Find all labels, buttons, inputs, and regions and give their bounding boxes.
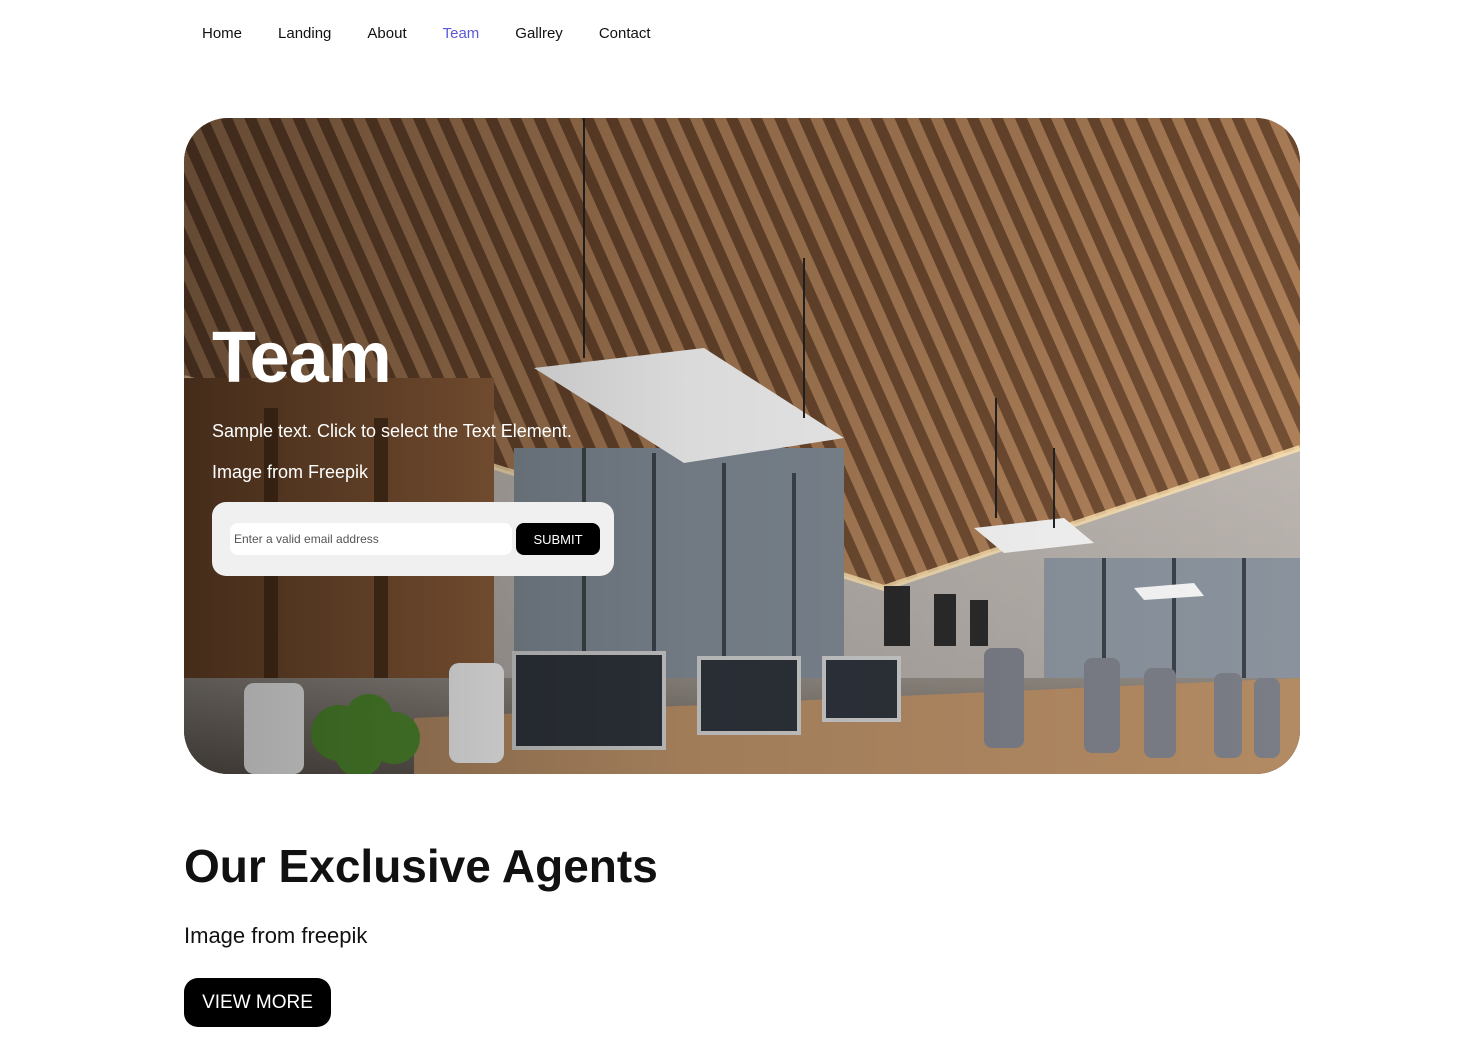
email-input[interactable] <box>230 523 512 555</box>
nav-item-about[interactable]: About <box>349 22 424 46</box>
hero-title: Team <box>212 318 392 398</box>
agents-image-credit: Image from freepik <box>184 923 368 948</box>
email-subscribe-form: SUBMIT <box>212 502 614 576</box>
top-nav: Home Landing About Team Gallrey Contact <box>184 22 669 46</box>
nav-item-gallrey[interactable]: Gallrey <box>497 22 581 46</box>
nav-item-team[interactable]: Team <box>425 22 498 46</box>
submit-button[interactable]: SUBMIT <box>516 523 600 555</box>
hero-image-credit: Image from Freepik <box>212 462 369 482</box>
hero-sample-text: Sample text. Click to select the Text El… <box>212 421 572 441</box>
nav-item-home[interactable]: Home <box>184 22 260 46</box>
view-more-button[interactable]: VIEW MORE <box>184 978 331 1027</box>
nav-item-landing[interactable]: Landing <box>260 22 349 46</box>
office-photo <box>184 118 1300 774</box>
nav-item-contact[interactable]: Contact <box>581 22 669 46</box>
agents-heading: Our Exclusive Agents <box>184 840 658 892</box>
hero-section: Team Sample text. Click to select the Te… <box>184 118 1300 774</box>
